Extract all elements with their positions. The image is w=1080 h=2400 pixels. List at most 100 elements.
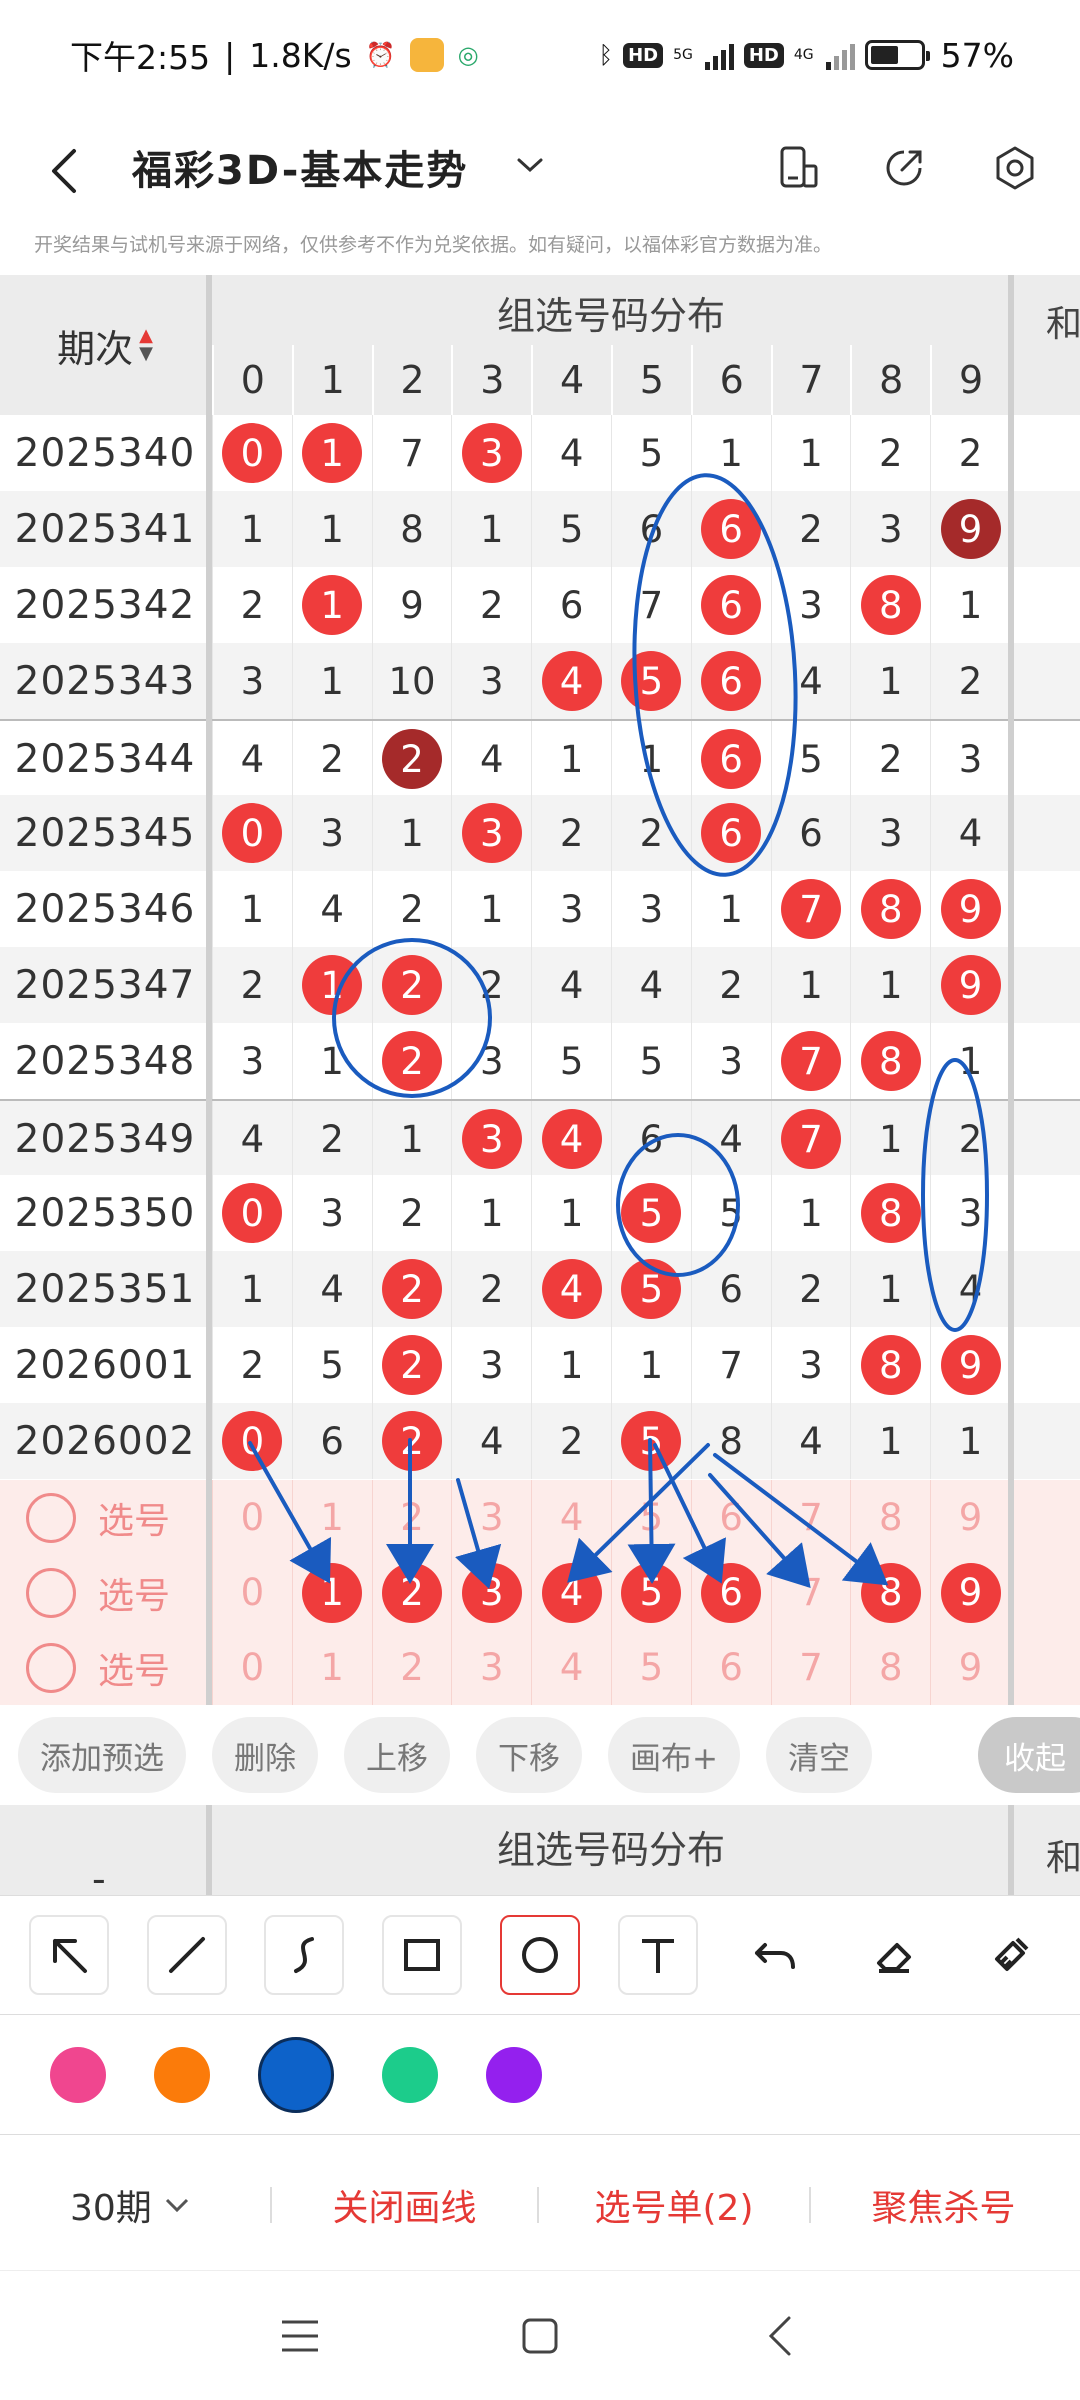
digit-cell[interactable]: 2 <box>371 721 452 797</box>
rectangle-tool-icon[interactable] <box>382 1915 463 1995</box>
digit-cell[interactable]: 4 <box>770 1403 851 1479</box>
digit-cell[interactable]: 2 <box>451 947 531 1023</box>
digit-cell[interactable]: 1 <box>850 643 930 719</box>
digit-cell[interactable]: 1 <box>451 871 531 947</box>
digit-cell[interactable]: 9 <box>930 871 1010 947</box>
digit-cell[interactable]: 1 <box>690 415 771 491</box>
digit-cell[interactable]: 4 <box>212 1101 292 1177</box>
text-tool-icon[interactable] <box>617 1915 698 1995</box>
digit-cell[interactable]: 6 <box>690 643 771 719</box>
pick-digit[interactable]: 0 <box>212 1480 292 1555</box>
digit-cell[interactable]: 2 <box>371 1023 452 1099</box>
radio-button[interactable] <box>26 1567 76 1618</box>
digit-cell[interactable]: 5 <box>610 1175 691 1251</box>
pick-row-select[interactable]: 选号 <box>0 1480 210 1555</box>
digit-cell[interactable]: 2 <box>371 1403 452 1479</box>
move-down-button[interactable]: 下移 <box>476 1717 582 1793</box>
digit-cell[interactable]: 4 <box>531 947 611 1023</box>
digit-cell[interactable]: 2 <box>212 567 292 643</box>
digit-cell[interactable]: 8 <box>690 1403 771 1479</box>
digit-cell[interactable]: 1 <box>291 567 372 643</box>
pick-digit[interactable]: 2 <box>371 1480 452 1555</box>
pick-digit[interactable]: 6 <box>690 1480 771 1555</box>
digit-cell[interactable]: 4 <box>930 795 1010 871</box>
digit-cell[interactable]: 3 <box>930 1175 1010 1251</box>
layout-toggle-icon[interactable] <box>758 128 838 208</box>
digit-cell[interactable]: 7 <box>770 1101 851 1177</box>
clear-button[interactable]: 清空 <box>765 1717 872 1793</box>
digit-cell[interactable]: 2 <box>371 871 452 947</box>
digit-cell[interactable]: 2 <box>291 1101 372 1177</box>
digit-cell[interactable]: 0 <box>212 1403 292 1479</box>
digit-cell[interactable]: 3 <box>770 567 851 643</box>
home-nav-icon[interactable] <box>510 2306 570 2366</box>
digit-cell[interactable]: 2 <box>770 1251 851 1327</box>
move-up-button[interactable]: 上移 <box>344 1717 450 1793</box>
pick-digit[interactable]: 5 <box>610 1480 691 1555</box>
digit-cell[interactable]: 3 <box>451 415 531 491</box>
digit-cell[interactable]: 1 <box>610 721 691 797</box>
digit-cell[interactable]: 1 <box>451 491 531 567</box>
pick-digit[interactable]: 5 <box>610 1555 691 1630</box>
pick-digit[interactable]: 1 <box>291 1480 372 1555</box>
digit-cell[interactable]: 3 <box>451 1101 531 1177</box>
pick-digit[interactable]: 5 <box>610 1630 691 1705</box>
back-button[interactable] <box>44 146 94 196</box>
color-swatch-purple[interactable] <box>486 2046 542 2103</box>
digit-cell[interactable]: 7 <box>610 567 691 643</box>
pick-digit[interactable]: 9 <box>930 1630 1010 1705</box>
digit-cell[interactable]: 3 <box>451 1327 531 1403</box>
title-dropdown-chevron-icon[interactable] <box>515 150 545 188</box>
digit-cell[interactable]: 2 <box>371 1251 452 1327</box>
pick-digit[interactable]: 3 <box>451 1630 531 1705</box>
pick-digit[interactable]: 7 <box>770 1630 851 1705</box>
digit-cell[interactable]: 4 <box>451 721 531 797</box>
pick-digit[interactable]: 9 <box>930 1555 1010 1630</box>
digit-cell[interactable]: 3 <box>531 871 611 947</box>
radio-button[interactable] <box>26 1642 76 1693</box>
settings-icon[interactable] <box>975 128 1055 208</box>
digit-cell[interactable]: 3 <box>451 1023 531 1099</box>
digit-cell[interactable]: 6 <box>770 795 851 871</box>
digit-cell[interactable]: 5 <box>610 1403 691 1479</box>
digit-cell[interactable]: 5 <box>531 1023 611 1099</box>
digit-cell[interactable]: 6 <box>690 721 771 797</box>
digit-cell[interactable]: 3 <box>212 643 292 719</box>
digit-cell[interactable]: 1 <box>531 721 611 797</box>
digit-cell[interactable]: 1 <box>930 567 1010 643</box>
digit-cell[interactable]: 1 <box>531 1175 611 1251</box>
digit-cell[interactable]: 1 <box>531 1327 611 1403</box>
digit-cell[interactable]: 4 <box>770 643 851 719</box>
pick-digit[interactable]: 6 <box>690 1630 771 1705</box>
digit-cell[interactable]: 4 <box>610 947 691 1023</box>
add-preselect-button[interactable]: 添加预选 <box>18 1717 186 1793</box>
digit-cell[interactable]: 2 <box>451 567 531 643</box>
digit-cell[interactable]: 2 <box>930 415 1010 491</box>
digit-cell[interactable]: 3 <box>291 795 372 871</box>
color-swatch-blue[interactable] <box>258 2036 334 2113</box>
digit-cell[interactable]: 1 <box>291 491 372 567</box>
digit-cell[interactable]: 6 <box>531 567 611 643</box>
arrow-tool-icon[interactable] <box>28 1915 109 1995</box>
digit-cell[interactable]: 4 <box>531 643 611 719</box>
digit-cell[interactable]: 1 <box>770 415 851 491</box>
digit-cell[interactable]: 2 <box>212 1327 292 1403</box>
pick-digit[interactable]: 7 <box>770 1555 851 1630</box>
digit-cell[interactable]: 2 <box>291 721 372 797</box>
pick-digit[interactable]: 3 <box>451 1555 531 1630</box>
digit-cell[interactable]: 2 <box>531 1403 611 1479</box>
page-title[interactable]: 福彩3D-基本走势 <box>132 138 468 196</box>
digit-cell[interactable]: 1 <box>690 871 771 947</box>
line-tool-icon[interactable] <box>146 1915 227 1995</box>
period-column-header[interactable]: 期次 ▲ ▼ <box>0 275 210 415</box>
digit-cell[interactable]: 6 <box>690 491 771 567</box>
digit-cell[interactable]: 0 <box>212 415 292 491</box>
digit-cell[interactable]: 5 <box>610 1251 691 1327</box>
pick-row-select[interactable]: 选号 <box>0 1555 210 1630</box>
digit-cell[interactable]: 1 <box>291 947 372 1023</box>
color-swatch-orange[interactable] <box>154 2046 210 2103</box>
digit-cell[interactable]: 1 <box>930 1023 1010 1099</box>
digit-cell[interactable]: 8 <box>850 1175 930 1251</box>
digit-cell[interactable]: 3 <box>770 1327 851 1403</box>
digit-cell[interactable]: 9 <box>930 947 1010 1023</box>
